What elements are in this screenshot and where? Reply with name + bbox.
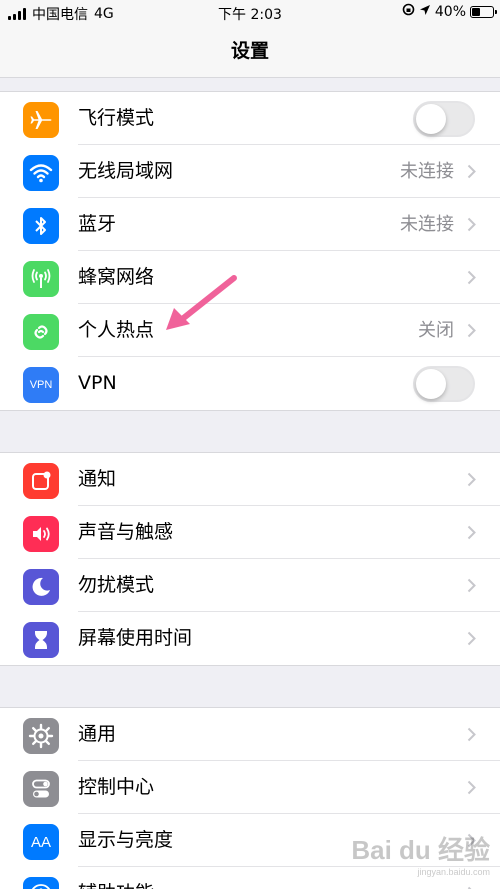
hotspot-link-icon: [23, 314, 59, 350]
nav-bar: 设置: [0, 26, 500, 78]
battery-icon: [470, 5, 497, 18]
chevron-right-icon: [467, 164, 476, 179]
watermark-logo: Bai du 经验: [351, 835, 490, 865]
chevron-right-icon: [467, 780, 476, 795]
switches-icon: [23, 771, 59, 807]
settings-row-screen-time[interactable]: 屏幕使用时间: [0, 612, 500, 665]
settings-row-general[interactable]: 通用: [0, 708, 500, 761]
settings-row-wifi[interactable]: 无线局域网 未连接: [0, 145, 500, 198]
settings-row-value: 未连接: [400, 214, 454, 235]
chevron-right-icon: [467, 323, 476, 338]
settings-group-connectivity: 飞行模式 无线局域网 未连接 蓝牙 未连接 蜂窝网络 个人热点 关闭 VPN V…: [0, 91, 500, 411]
settings-row-label: 勿扰模式: [78, 574, 155, 596]
watermark-url: jingyan.baidu.com: [417, 867, 490, 877]
settings-group-notifications: 通知 声音与触感 勿扰模式 屏幕使用时间: [0, 452, 500, 666]
settings-row-label: 显示与亮度: [78, 829, 174, 851]
settings-row-sounds-haptics[interactable]: 声音与触感: [0, 506, 500, 559]
settings-row-vpn[interactable]: VPN VPN: [0, 357, 500, 410]
wifi-icon: [23, 155, 59, 191]
vpn-icon: VPN: [23, 367, 59, 403]
speaker-icon: [23, 516, 59, 552]
status-right: 40%: [402, 3, 497, 20]
chevron-right-icon: [467, 727, 476, 742]
settings-row-personal-hotspot[interactable]: 个人热点 关闭: [0, 304, 500, 357]
settings-row-bluetooth[interactable]: 蓝牙 未连接: [0, 198, 500, 251]
settings-row-label: 屏幕使用时间: [78, 627, 193, 649]
chevron-right-icon: [467, 525, 476, 540]
settings-row-label: 飞行模式: [78, 107, 155, 129]
vpn-toggle[interactable]: [413, 366, 475, 402]
settings-row-cellular[interactable]: 蜂窝网络: [0, 251, 500, 304]
chevron-right-icon: [467, 270, 476, 285]
settings-row-value: 未连接: [400, 161, 454, 182]
settings-row-label: 控制中心: [78, 776, 155, 798]
settings-row-notifications[interactable]: 通知: [0, 453, 500, 506]
hourglass-icon: [23, 622, 59, 658]
settings-row-label: 通用: [78, 723, 117, 745]
settings-row-label: VPN: [78, 372, 117, 394]
chevron-right-icon: [467, 217, 476, 232]
pink-arrow-icon: [166, 275, 237, 330]
chevron-right-icon: [467, 631, 476, 646]
settings-row-label: 声音与触感: [78, 521, 174, 543]
text-size-icon: AA: [23, 824, 59, 860]
airplane-icon: [23, 102, 59, 138]
bluetooth-icon: [23, 208, 59, 244]
battery-percent: 40%: [434, 3, 466, 20]
rotation-lock-icon: [402, 3, 415, 20]
accessibility-icon: [23, 877, 59, 889]
settings-row-label: 通知: [78, 468, 117, 490]
settings-row-label: 个人热点: [78, 319, 155, 341]
airplane-mode-toggle[interactable]: [413, 101, 475, 137]
chevron-right-icon: [467, 578, 476, 593]
gear-icon: [23, 718, 59, 754]
settings-row-label: 蜂窝网络: [78, 266, 155, 288]
settings-row-airplane-mode[interactable]: 飞行模式: [0, 92, 500, 145]
settings-row-label: 辅助功能: [78, 867, 154, 889]
moon-icon: [23, 569, 59, 605]
settings-row-control-center[interactable]: 控制中心: [0, 761, 500, 814]
settings-row-label: 蓝牙: [78, 213, 117, 235]
settings-row-do-not-disturb[interactable]: 勿扰模式: [0, 559, 500, 612]
watermark: Bai du 经验 jingyan.baidu.com: [351, 830, 490, 877]
page-title: 设置: [230, 40, 269, 62]
chevron-right-icon: [467, 472, 476, 487]
status-bar: 中国电信 4G 下午 2:03 40%: [0, 0, 500, 26]
location-icon: [419, 4, 431, 20]
settings-row-value: 关闭: [418, 320, 454, 341]
settings-row-label: 无线局域网: [78, 160, 174, 182]
cellular-antenna-icon: [23, 261, 59, 297]
notification-icon: [23, 463, 59, 499]
